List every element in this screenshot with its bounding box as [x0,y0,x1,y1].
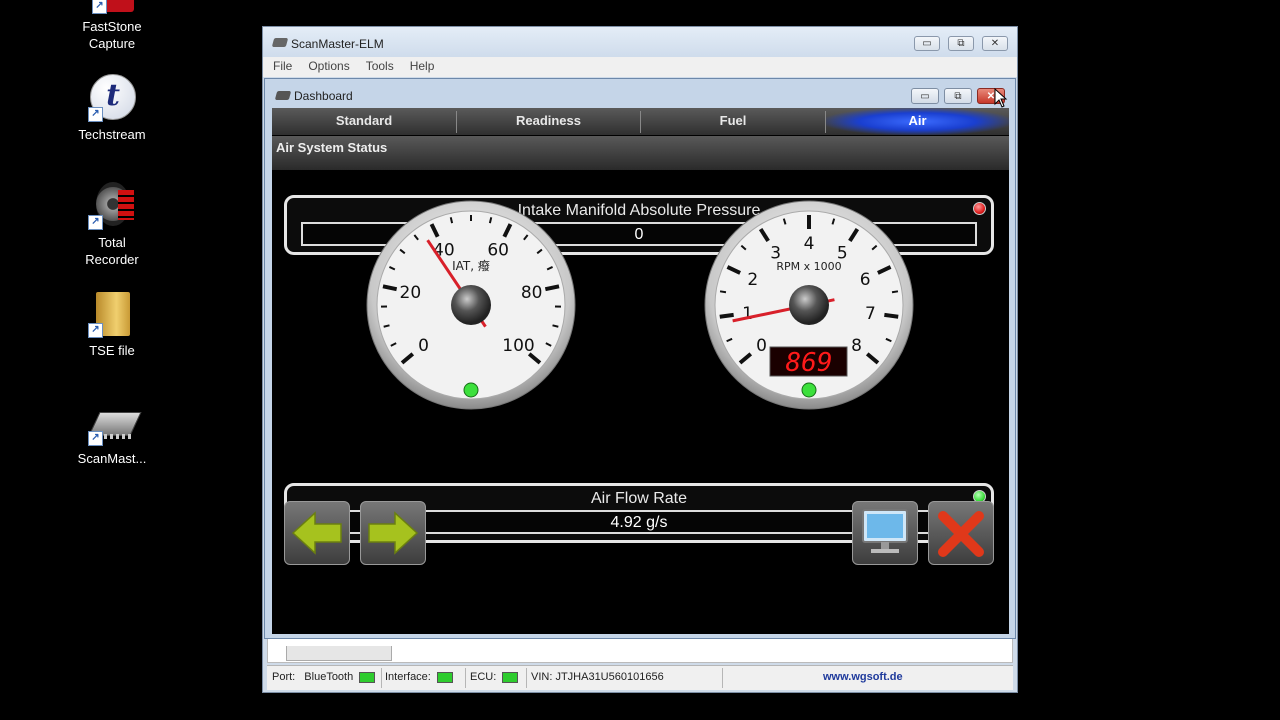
gauge-tick-label: 0 [756,336,767,356]
rpm-gauge: 0123 4 5678 RPM x 1000 869 [704,200,914,410]
folder-icon: ↗ [88,290,136,338]
right-arrow-icon [368,511,419,555]
close-x-icon [938,511,984,557]
desktop-icon-label: FastStone Capture [82,19,142,51]
desktop-icon-scanmaster[interactable]: ↗ ScanMast... [62,398,162,467]
gauge-tick-label: 4 [804,234,815,254]
tab-standard[interactable]: Standard [272,108,456,135]
gauge-tick-label: 7 [865,304,876,324]
menu-file[interactable]: File [267,57,298,75]
rpm-label: RPM x 1000 [776,260,841,273]
app-icon [271,38,289,47]
tab-air[interactable]: Air [826,108,1009,135]
status-bar: Port: BlueTooth Interface: ECU: VIN: JTJ… [267,665,1013,690]
section-header: Air System Status [272,136,1009,170]
gauge-minor-tick [891,290,899,294]
iat-hub [451,285,491,325]
monitor-icon [862,509,908,553]
tab-fuel[interactable]: Fuel [641,108,825,135]
vin-status: VIN: JTJHA31U560101656 [531,671,664,683]
iat-gauge: 0 20 40 60 80 100 IAT, 癈 [366,200,576,410]
desktop-icon-label: TSE file [89,343,135,358]
mouse-cursor-icon [994,88,1008,108]
port-value: BlueTooth [304,671,354,683]
faststone-capture-icon: ↗ [88,0,136,14]
rpm-digital-value: 869 [786,348,833,378]
gauge-tick-label: 100 [502,336,534,356]
background-tab[interactable] [286,646,392,661]
menu-tools[interactable]: Tools [360,57,400,75]
back-button[interactable] [284,501,350,565]
forward-button[interactable] [360,501,426,565]
techstream-icon: t ↗ [88,74,136,122]
gauge-minor-tick [488,217,493,224]
gauge-tick-label: 2 [747,270,758,290]
iat-status-led [463,382,479,398]
gauge-tick-label: 8 [851,336,862,356]
ecu-led [502,671,519,683]
tab-readiness[interactable]: Readiness [457,108,640,135]
gauge-minor-tick [383,324,390,328]
gauge-major-tick [719,312,734,319]
menu-options[interactable]: Options [302,57,355,75]
interface-label: Interface: [385,671,431,683]
total-recorder-icon: ↗ [88,182,136,230]
interface-status: Interface: [385,671,453,683]
background-panel [267,637,1013,663]
menu-bar: File Options Tools Help [263,57,1017,77]
gauge-tick-label: 6 [860,270,871,290]
tab-bar: Standard Readiness Fuel Air [272,108,1009,135]
dashboard-icon [274,91,292,100]
exit-button[interactable] [928,501,994,565]
gauge-tick-label: 40 [433,240,455,260]
main-title-bar[interactable]: ScanMaster-ELM ▭ ⧉ ✕ [263,27,1017,57]
ecu-label: ECU: [470,671,497,683]
window-title: ScanMaster-ELM [291,37,384,51]
map-status-led [973,202,986,215]
port-label: Port: [272,671,296,683]
left-arrow-icon [291,511,342,555]
dashboard-title: Dashboard [294,89,353,103]
gauge-tick-label: 1 [742,304,753,324]
website-link[interactable]: www.wgsoft.de [823,671,903,683]
gauge-tick-label: 20 [400,283,422,303]
gauge-major-tick [544,284,560,292]
scanmaster-chip-icon: ↗ [88,398,142,446]
maximize-button[interactable]: ⧉ [948,36,974,51]
desktop-icon-faststone[interactable]: ↗ FastStone Capture [62,0,162,52]
dashboard-maximize-button[interactable]: ⧉ [944,88,972,104]
minimize-button[interactable]: ▭ [914,36,940,51]
dashboard-window: Dashboard ▭ ⧉ ✕ Standard Readiness Fuel … [264,78,1016,639]
gauge-major-tick [884,312,899,319]
desktop-icon-label: ScanMast... [77,451,147,466]
ecu-status: ECU: [470,671,519,683]
gauge-tick-label: 80 [521,283,543,303]
interface-led [436,671,453,683]
section-title: Air System Status [276,140,388,155]
gauge-major-tick [382,284,398,292]
desktop-icon-label: Techstream [78,127,146,142]
rpm-hub [789,285,829,325]
gauge-minor-tick [552,324,559,328]
iat-label: IAT, 癈 [452,258,490,273]
gauge-minor-tick [719,290,727,294]
desktop-icon-techstream[interactable]: t ↗ Techstream [62,74,162,143]
desktop-icon-total-recorder[interactable]: ↗ Total Recorder [62,182,162,268]
dashboard-body: Standard Readiness Fuel Air Air System S… [272,108,1009,634]
gauge-tick-label: 0 [418,336,429,356]
desktop-icon-label: Total Recorder [85,235,139,267]
desktop-icon-tse-file[interactable]: ↗ TSE file [62,290,162,359]
gauge-tick-label: 60 [487,240,509,260]
gauge-minor-tick [449,217,454,224]
dashboard-minimize-button[interactable]: ▭ [911,88,939,104]
close-button[interactable]: ✕ [982,36,1008,51]
menu-help[interactable]: Help [404,57,441,75]
port-led [359,671,376,683]
port-status: Port: BlueTooth [272,671,376,683]
rpm-status-led [801,382,817,398]
monitor-button[interactable] [852,501,918,565]
